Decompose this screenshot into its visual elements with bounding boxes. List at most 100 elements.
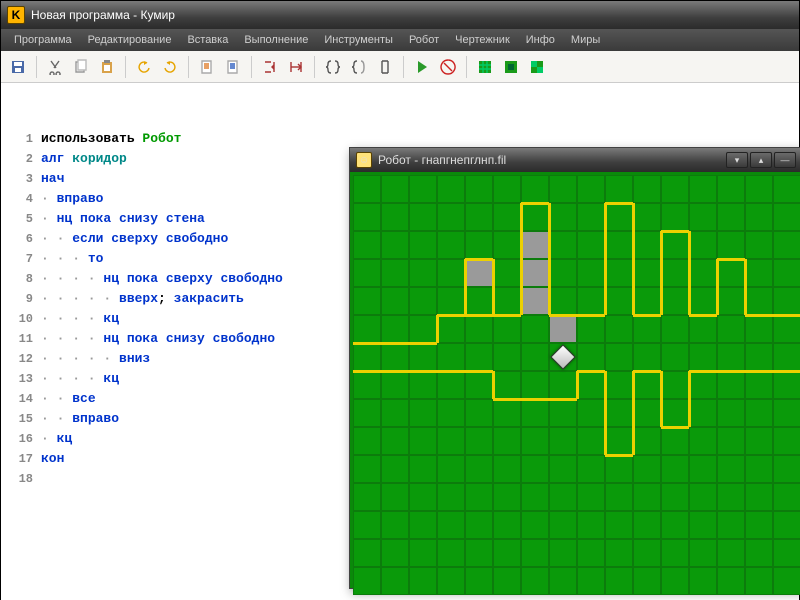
code-token: · · · · (41, 331, 103, 346)
code-line[interactable] (41, 469, 283, 489)
code-body[interactable]: использовать Роботалг коридорнач· вправо… (41, 129, 283, 489)
code-line[interactable]: · нц пока снизу стена (41, 209, 283, 229)
copy-icon[interactable] (70, 56, 92, 78)
toolbar-separator (314, 56, 315, 78)
toolbar-separator (125, 56, 126, 78)
code-line[interactable]: · · вправо (41, 409, 283, 429)
robot-canvas[interactable] (353, 175, 800, 585)
doc-icon[interactable] (196, 56, 218, 78)
braces1-icon[interactable] (322, 56, 344, 78)
code-token: нц пока (57, 211, 119, 226)
menu-программа[interactable]: Программа (7, 32, 79, 48)
grid2-icon[interactable] (500, 56, 522, 78)
line-number: 9 (1, 289, 33, 309)
menu-редактирование[interactable]: Редактирование (81, 32, 179, 48)
step-in-icon[interactable] (259, 56, 281, 78)
wall (605, 454, 633, 457)
save-icon[interactable] (7, 56, 29, 78)
line-number: 14 (1, 389, 33, 409)
minimize-button[interactable]: ▾ (726, 152, 748, 168)
redo-icon[interactable] (159, 56, 181, 78)
code-token: · · (41, 391, 72, 406)
doc2-icon[interactable] (222, 56, 244, 78)
line-number: 11 (1, 329, 33, 349)
code-line[interactable]: алг коридор (41, 149, 283, 169)
menu-инструменты[interactable]: Инструменты (317, 32, 400, 48)
code-token: использовать (41, 131, 142, 146)
code-token: если (72, 231, 111, 246)
code-line[interactable]: · · · · кц (41, 369, 283, 389)
grid3-icon[interactable] (526, 56, 548, 78)
titlebar: K Новая программа - Кумир (1, 1, 799, 29)
code-token: вправо (72, 411, 119, 426)
code-line[interactable]: · вправо (41, 189, 283, 209)
line-number: 17 (1, 449, 33, 469)
wall (689, 314, 717, 317)
code-token: вниз (119, 351, 150, 366)
code-token: · · · · (41, 311, 103, 326)
play-icon[interactable] (411, 56, 433, 78)
code-token: · · · · · (41, 291, 119, 306)
code-line[interactable]: · · · то (41, 249, 283, 269)
menubar: ПрограммаРедактированиеВставкаВыполнение… (1, 29, 799, 51)
code-token: кц (57, 431, 73, 446)
code-line[interactable]: кон (41, 449, 283, 469)
grid1-icon[interactable] (474, 56, 496, 78)
wall (688, 371, 691, 427)
code-token: сверху свободно (166, 271, 283, 286)
code-line[interactable]: · · · · нц пока снизу свободно (41, 329, 283, 349)
code-token: · (41, 211, 57, 226)
code-line[interactable]: нач (41, 169, 283, 189)
undo-icon[interactable] (133, 56, 155, 78)
robot-titlebar[interactable]: ☺ Робот - гнапгнепглнп.fil ▾ ▴ — (350, 148, 800, 172)
code-line[interactable]: · · · · · вверх; закрасить (41, 289, 283, 309)
code-line[interactable]: · · · · · вниз (41, 349, 283, 369)
menu-чертежник[interactable]: Чертежник (448, 32, 517, 48)
maximize-button[interactable]: ▴ (750, 152, 772, 168)
wall (493, 398, 577, 401)
code-line[interactable]: использовать Робот (41, 129, 283, 149)
code-line[interactable]: · · · · нц пока сверху свободно (41, 269, 283, 289)
toolbar-separator (466, 56, 467, 78)
wall (632, 371, 635, 455)
line-number: 5 (1, 209, 33, 229)
wall (689, 370, 800, 373)
line-number: 3 (1, 169, 33, 189)
wall (577, 370, 605, 373)
paste-icon[interactable] (96, 56, 118, 78)
code-token: Робот (142, 131, 181, 146)
code-token: нц пока (103, 331, 165, 346)
cut-icon[interactable] (44, 56, 66, 78)
wall (604, 371, 607, 455)
code-token: то (88, 251, 104, 266)
code-line[interactable]: · · если сверху свободно (41, 229, 283, 249)
step-over-icon[interactable] (285, 56, 307, 78)
menu-инфо[interactable]: Инфо (519, 32, 562, 48)
wall (464, 259, 467, 315)
code-line[interactable]: · · · · кц (41, 309, 283, 329)
wall (660, 231, 663, 315)
restore-button[interactable]: — (774, 152, 796, 168)
braces2-icon[interactable] (348, 56, 370, 78)
code-token: закрасить (174, 291, 244, 306)
code-token: · (41, 191, 57, 206)
wall (604, 203, 607, 315)
stop-icon[interactable] (437, 56, 459, 78)
code-line[interactable]: · кц (41, 429, 283, 449)
braces3-icon[interactable] (374, 56, 396, 78)
wall (717, 258, 745, 261)
wall (633, 314, 661, 317)
code-token: · (41, 431, 57, 446)
code-token: снизу стена (119, 211, 205, 226)
code-token: · · · · (41, 271, 103, 286)
menu-выполнение[interactable]: Выполнение (237, 32, 315, 48)
menu-вставка[interactable]: Вставка (180, 32, 235, 48)
menu-миры[interactable]: Миры (564, 32, 607, 48)
menu-робот[interactable]: Робот (402, 32, 446, 48)
line-number: 1 (1, 129, 33, 149)
code-token: · · · · (41, 371, 103, 386)
code-line[interactable]: · · все (41, 389, 283, 409)
robot-window[interactable]: ☺ Робот - гнапгнепглнп.fil ▾ ▴ — (349, 147, 800, 589)
code-token: алг (41, 151, 72, 166)
wall (661, 426, 689, 429)
